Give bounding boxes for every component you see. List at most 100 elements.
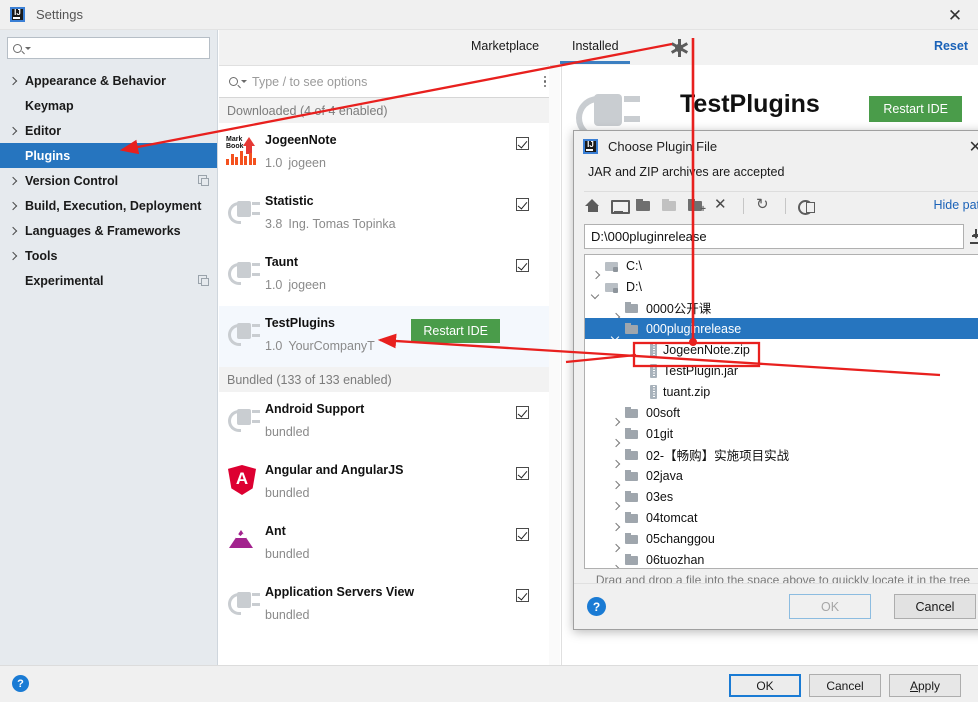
sidebar-item-experimental[interactable]: Experimental — [0, 268, 217, 293]
ok-button[interactable]: OK — [729, 674, 801, 697]
sidebar-item-label: Editor — [25, 123, 62, 138]
sidebar-item-languages-frameworks[interactable]: Languages & Frameworks — [0, 218, 217, 243]
chevron-down-icon — [25, 46, 31, 50]
file-tree-label: JogeenNote.zip — [663, 342, 750, 357]
plugin-meta: 1.0 jogeen — [265, 156, 560, 170]
sidebar-item-plugins[interactable]: Plugins — [0, 143, 217, 168]
file-tree-row[interactable]: TestPlugin.jar — [585, 360, 978, 381]
plugin-meta: 3.8 Ing. Tomas Topinka — [265, 217, 560, 231]
plugin-enabled-checkbox[interactable] — [516, 528, 529, 541]
desktop-icon[interactable] — [610, 197, 630, 214]
sidebar-item-label: Appearance & Behavior — [25, 73, 167, 88]
dialog-cancel-button[interactable]: Cancel — [894, 594, 976, 619]
plugin-enabled-checkbox[interactable] — [516, 467, 529, 480]
cancel-button[interactable]: Cancel — [809, 674, 881, 697]
downloaded-plugins-list: Mark Book JogeenNote 1.0 jogeen Statistic 3.8 I… — [219, 123, 560, 367]
path-row: D:\000pluginrelease — [584, 224, 978, 249]
file-tree-label: 03es — [646, 489, 674, 504]
file-tree-row[interactable]: D:\ — [585, 276, 978, 297]
help-icon[interactable]: ? — [587, 597, 606, 616]
file-tree-row[interactable]: C:\ — [585, 255, 978, 276]
detail-restart-ide-button[interactable]: Restart IDE — [869, 96, 962, 122]
sidebar-item-label: Tools — [25, 248, 58, 263]
restart-ide-button[interactable]: Restart IDE — [411, 319, 500, 343]
file-tree-row[interactable]: 02-【畅购】实施项目实战 — [585, 444, 978, 465]
file-tree-row[interactable]: JogeenNote.zip — [585, 339, 978, 360]
tab-marketplace[interactable]: Marketplace — [471, 39, 539, 53]
new-folder-icon[interactable]: + — [688, 197, 706, 215]
file-tree-row[interactable]: 0000公开课 — [585, 297, 978, 318]
file-tree-row[interactable]: 000pluginrelease — [585, 318, 978, 339]
tab-active-underline — [560, 61, 630, 64]
home-icon[interactable] — [584, 197, 601, 214]
plugin-row[interactable]: Taunt 1.0 jogeen — [219, 245, 560, 306]
plugin-row[interactable]: Ant bundled — [219, 514, 560, 575]
plugin-enabled-checkbox[interactable] — [516, 589, 529, 602]
plugin-enabled-checkbox[interactable] — [516, 198, 529, 211]
plugin-row[interactable]: TestPlugins 1.0 YourCompanyT Restart IDE — [219, 306, 560, 367]
zip-icon — [648, 385, 658, 399]
file-tree-row[interactable]: 05changgou — [585, 528, 978, 549]
plugin-vendor: jogeen — [288, 156, 326, 170]
sidebar-item-tools[interactable]: Tools — [0, 243, 217, 268]
sidebar-item-label: Build, Execution, Deployment — [25, 198, 202, 213]
plugin-vendor: Ing. Tomas Topinka — [288, 217, 396, 231]
show-hidden-icon[interactable] — [798, 197, 815, 215]
file-tree-row[interactable]: 03es — [585, 486, 978, 507]
refresh-icon[interactable]: ↻ — [756, 197, 773, 214]
help-icon[interactable]: ? — [12, 675, 29, 692]
folder-icon — [625, 469, 641, 482]
file-tree[interactable]: C:\ D:\ 0000公开课 000pluginrelease JogeenNote.… — [584, 254, 978, 569]
reset-link[interactable]: Reset — [934, 39, 968, 53]
toolbar-divider — [785, 197, 786, 214]
folder-icon[interactable] — [636, 197, 653, 214]
download-path-icon[interactable] — [970, 229, 978, 244]
folder-icon — [625, 553, 641, 566]
copy-icon[interactable] — [198, 275, 209, 286]
plugin-enabled-checkbox[interactable] — [516, 259, 529, 272]
tab-installed[interactable]: Installed — [572, 39, 619, 53]
plugin-enabled-checkbox[interactable] — [516, 406, 529, 419]
sidebar-search-input[interactable] — [7, 37, 210, 59]
hide-path-link[interactable]: Hide pat — [933, 198, 978, 212]
plugin-row[interactable]: Statistic 3.8 Ing. Tomas Topinka — [219, 184, 560, 245]
plugin-row[interactable]: Android Support bundled — [219, 392, 560, 453]
file-tree-row[interactable]: 00soft — [585, 402, 978, 423]
sidebar-item-version-control[interactable]: Version Control — [0, 168, 217, 193]
delete-icon[interactable]: ✕ — [714, 197, 731, 214]
sidebar-item-editor[interactable]: Editor — [0, 118, 217, 143]
plugin-enabled-checkbox[interactable] — [516, 137, 529, 150]
sidebar-item-keymap[interactable]: Keymap — [0, 93, 217, 118]
path-input[interactable]: D:\000pluginrelease — [584, 224, 964, 249]
plugins-scrollbar[interactable] — [549, 30, 560, 665]
drive-icon — [605, 280, 621, 293]
file-tree-row[interactable]: tuant.zip — [585, 381, 978, 402]
plugins-search-bar[interactable]: Type / to see options — [219, 65, 560, 98]
file-tree-row[interactable]: 04tomcat — [585, 507, 978, 528]
dialog-subtitle: JAR and ZIP archives are accepted — [588, 165, 785, 179]
file-tree-row[interactable]: 06tuozhan — [585, 549, 978, 568]
close-icon[interactable]: ✕ — [932, 0, 978, 30]
sidebar-tree: Appearance & Behavior Keymap Editor Plugins… — [0, 68, 217, 293]
plugin-vendor: jogeen — [288, 278, 326, 292]
plugin-row[interactable]: Application Servers View bundled — [219, 575, 560, 636]
dialog-ok-button[interactable]: OK — [789, 594, 871, 619]
settings-window: Settings ✕ Appearance & Behavior Keymap Ed… — [0, 0, 978, 702]
gear-icon[interactable] — [670, 39, 688, 57]
sidebar-item-label: Keymap — [25, 98, 74, 113]
sidebar-item-build-execution-deployment[interactable]: Build, Execution, Deployment — [0, 193, 217, 218]
file-tree-label: 000pluginrelease — [646, 321, 742, 336]
plugin-vendor: YourCompanyT — [288, 339, 375, 353]
file-tree-row[interactable]: 01git — [585, 423, 978, 444]
plugin-row[interactable]: Angular and AngularJSbundled — [219, 453, 560, 514]
plugin-row[interactable]: Mark Book JogeenNote 1.0 jogeen — [219, 123, 560, 184]
file-tree-label: TestPlugin.jar — [663, 363, 739, 378]
copy-icon[interactable] — [198, 175, 209, 186]
sidebar-item-appearance-behavior[interactable]: Appearance & Behavior — [0, 68, 217, 93]
apply-button[interactable]: Apply — [889, 674, 961, 697]
file-tree-row[interactable]: 02java — [585, 465, 978, 486]
folder-icon — [625, 322, 641, 335]
dialog-close-icon[interactable]: ✕ — [969, 137, 978, 157]
folder-disabled-icon — [662, 197, 679, 214]
plugin-version: 1.0 — [265, 339, 283, 353]
